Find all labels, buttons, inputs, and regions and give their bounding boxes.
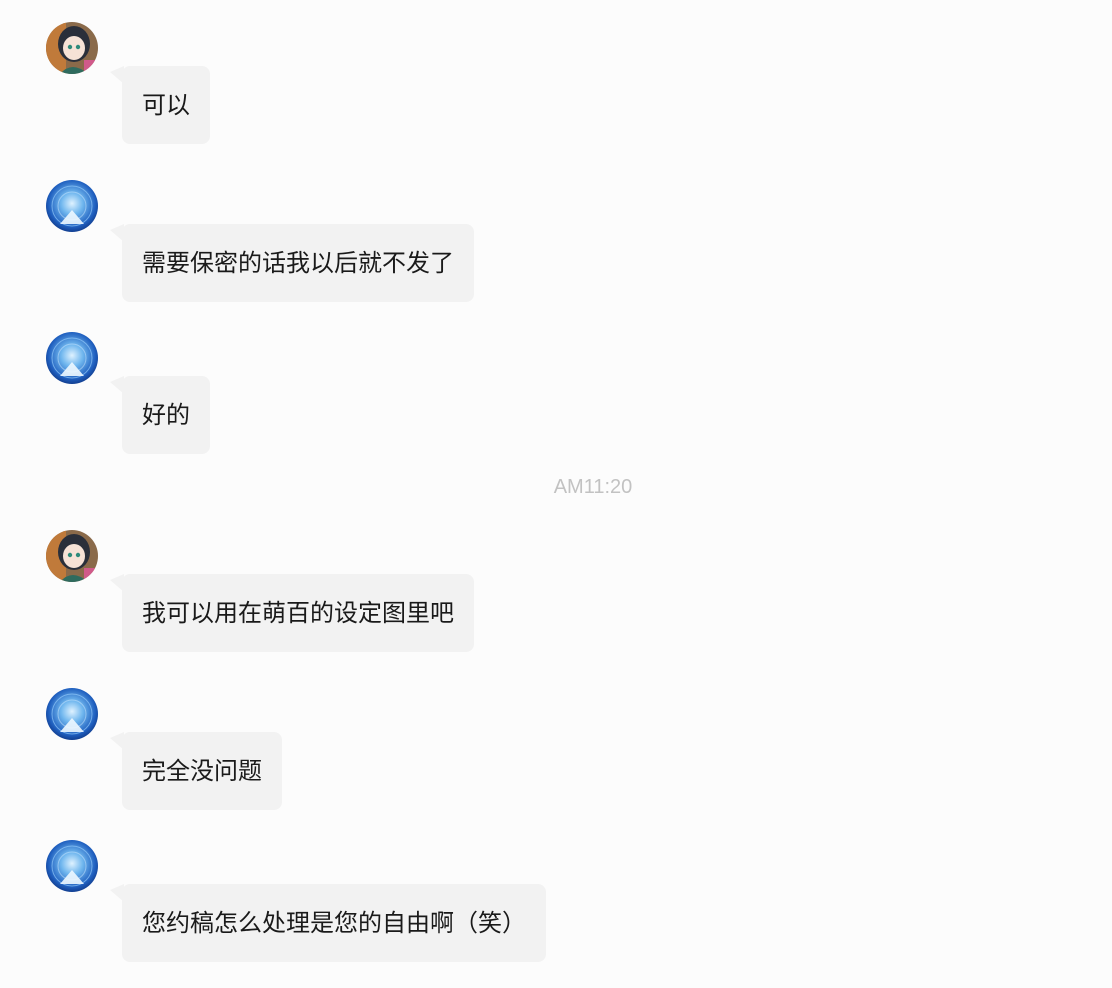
message-bubble[interactable]: 您约稿怎么处理是您的自由啊（笑）	[110, 884, 546, 962]
message-text: 可以	[142, 91, 190, 119]
message-text: 我可以用在萌百的设定图里吧	[142, 599, 454, 627]
bubble-tail-icon	[110, 66, 124, 84]
blue-orb-avatar[interactable]	[46, 688, 98, 740]
anime-girl-avatar[interactable]	[46, 22, 98, 74]
bubble-tail-icon	[110, 574, 124, 592]
chat-window: 可以 需要保密的话我以后就不发了 好的 AM11:20 我可以用在萌百的设定图里…	[0, 0, 1112, 988]
bubble-tail-icon	[110, 884, 124, 902]
message-bubble[interactable]: 可以	[110, 66, 210, 144]
message-bubble[interactable]: 好的	[110, 376, 210, 454]
message-bubble[interactable]: 我可以用在萌百的设定图里吧	[110, 574, 474, 652]
message-text: 您约稿怎么处理是您的自由啊（笑）	[142, 909, 526, 937]
message-text: 好的	[142, 401, 190, 429]
bubble-tail-icon	[110, 224, 124, 242]
message-text: 完全没问题	[142, 757, 262, 785]
anime-girl-avatar[interactable]	[46, 530, 98, 582]
blue-orb-avatar[interactable]	[46, 332, 98, 384]
message-bubble[interactable]: 需要保密的话我以后就不发了	[110, 224, 474, 302]
bubble-tail-icon	[110, 376, 124, 394]
blue-orb-avatar[interactable]	[46, 180, 98, 232]
message-text: 需要保密的话我以后就不发了	[142, 249, 454, 277]
bubble-tail-icon	[110, 732, 124, 750]
timestamp: AM11:20	[553, 476, 633, 498]
message-bubble[interactable]: 完全没问题	[110, 732, 282, 810]
blue-orb-avatar[interactable]	[46, 840, 98, 892]
